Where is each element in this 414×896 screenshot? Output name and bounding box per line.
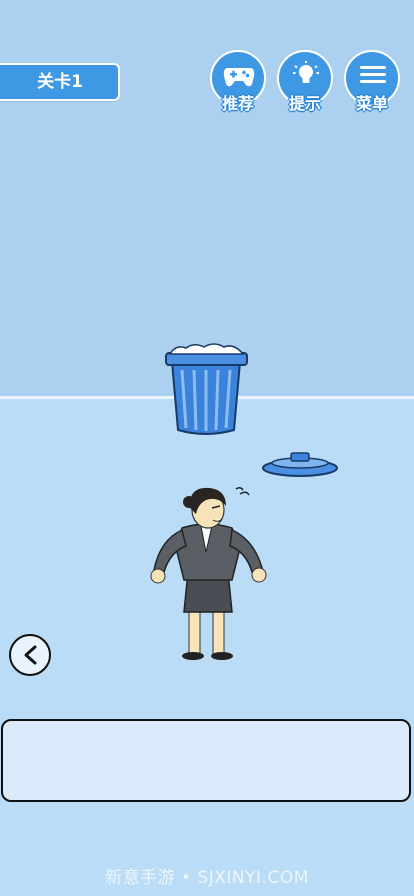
watermark: 新意手游 • SJXINYI.COM <box>105 868 309 888</box>
trash-can-lid[interactable] <box>262 452 338 477</box>
dialog-box <box>1 719 411 802</box>
office-woman[interactable] <box>150 486 267 660</box>
back-button[interactable] <box>9 634 51 676</box>
trash-can[interactable] <box>165 343 248 435</box>
chevron-left-icon <box>24 645 37 665</box>
